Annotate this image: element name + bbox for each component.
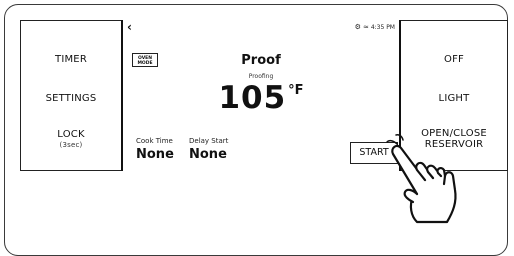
wifi-icon: ≈: [362, 23, 369, 31]
temperature-display[interactable]: 105 °F: [123, 80, 399, 116]
mode-title: Proof: [241, 53, 281, 68]
clock-time: 4:35 PM: [370, 23, 395, 31]
chevron-left-icon[interactable]: ‹: [127, 20, 132, 34]
temperature-value: 105: [218, 80, 287, 116]
lock-sublabel: (3sec): [59, 141, 83, 149]
lock-button[interactable]: LOCK (3sec): [21, 129, 121, 149]
off-button[interactable]: OFF: [401, 54, 507, 65]
off-label: OFF: [444, 54, 464, 65]
display-screen: ‹ ⚙ ≈ 4:35 PM OVEN MODE Proof Proofing 1…: [121, 20, 401, 171]
lock-label: LOCK: [57, 129, 85, 140]
timer-label: TIMER: [55, 54, 87, 65]
timer-button[interactable]: TIMER: [21, 54, 121, 65]
temperature-unit: °F: [288, 83, 304, 98]
delay-start-label: Delay Start: [189, 137, 229, 145]
delay-start-value[interactable]: None: [189, 147, 227, 162]
light-button[interactable]: LIGHT: [401, 93, 507, 104]
mode-subtitle: Proofing: [248, 73, 274, 80]
settings-label: SETTINGS: [45, 93, 97, 104]
settings-icon: ⚙: [354, 23, 361, 31]
settings-button[interactable]: SETTINGS: [21, 93, 121, 104]
hand-pointer-icon: [386, 134, 457, 224]
left-button-panel: TIMER SETTINGS LOCK (3sec): [21, 21, 121, 170]
light-label: LIGHT: [438, 93, 470, 104]
cook-time-value[interactable]: None: [136, 147, 174, 162]
cook-time-label: Cook Time: [136, 137, 173, 145]
status-bar: ⚙ ≈ 4:35 PM: [355, 23, 395, 31]
